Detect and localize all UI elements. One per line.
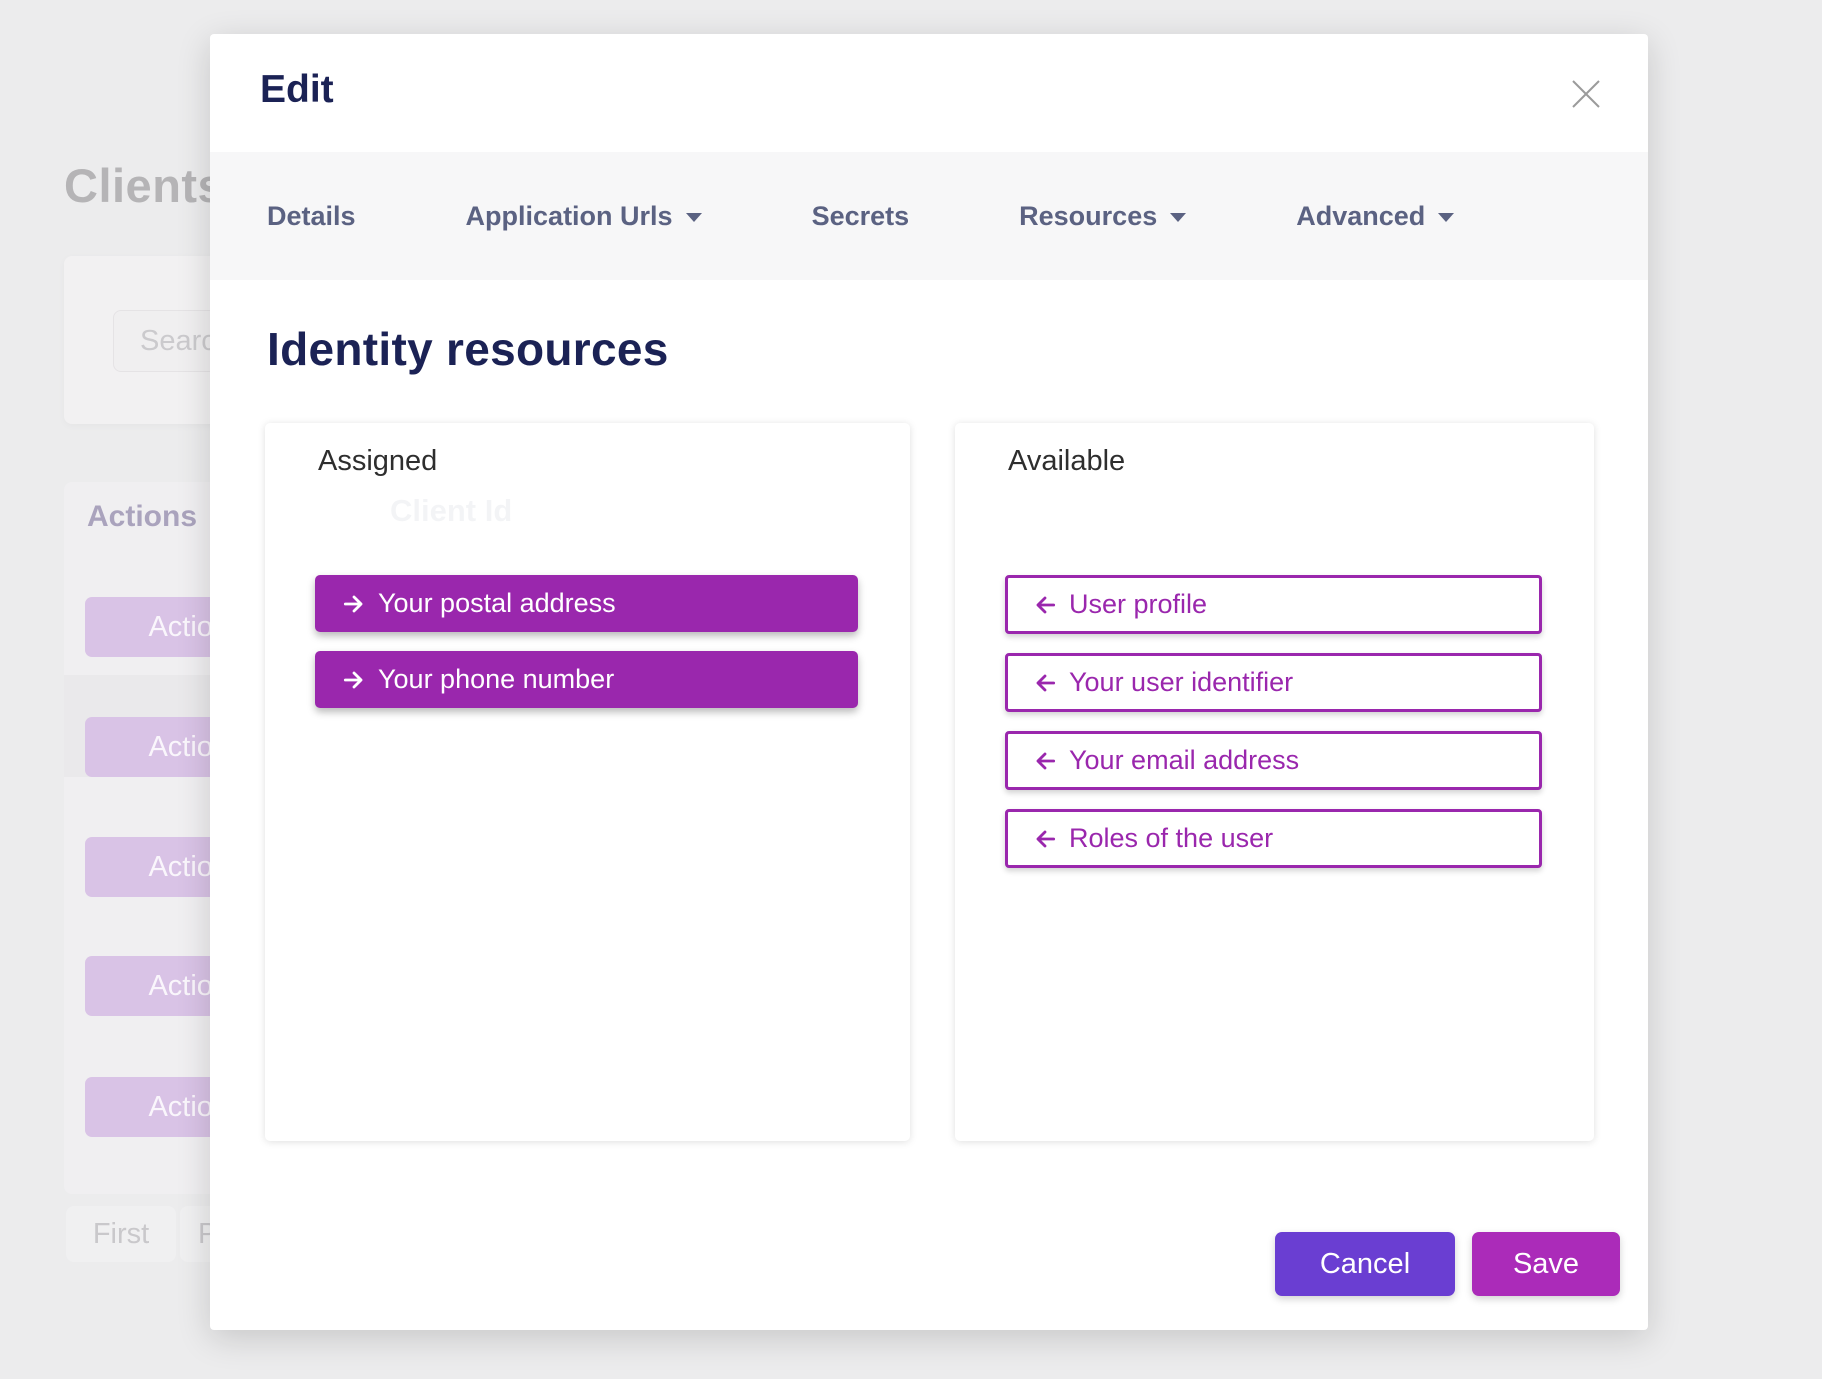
modal-title: Edit [260,68,334,112]
arrow-left-icon [1032,670,1058,696]
arrow-left-icon [1032,748,1058,774]
assigned-resource-button[interactable]: Your phone number [315,651,858,708]
tab-advanced[interactable]: Advanced [1296,201,1454,232]
arrow-left-icon [1032,592,1058,618]
resource-panels: Assigned Client Id Your postal address Y… [265,423,1594,1141]
arrow-left-icon [1032,826,1058,852]
chevron-down-icon [1438,213,1454,222]
assigned-panel-label: Assigned [318,445,437,478]
actions-column-header: Actions [87,500,197,534]
available-panel: Available User profile Your user identif… [955,423,1594,1141]
available-panel-label: Available [1008,445,1125,478]
arrow-right-icon [341,667,367,693]
assigned-panel: Assigned Client Id Your postal address Y… [265,423,910,1141]
section-title: Identity resources [267,322,669,376]
background-ghost-text: Client Id [390,493,512,529]
save-button[interactable]: Save [1472,1232,1620,1296]
pagination-first-button[interactable]: First [66,1206,176,1262]
tab-application-urls[interactable]: Application Urls [466,201,702,232]
tab-details[interactable]: Details [267,201,356,232]
arrow-right-icon [341,591,367,617]
available-resource-button[interactable]: Roles of the user [1005,809,1542,868]
page-title: Clients [64,158,224,213]
available-resource-button[interactable]: Your user identifier [1005,653,1542,712]
chevron-down-icon [1170,213,1186,222]
tab-secrets[interactable]: Secrets [812,201,910,232]
cancel-button[interactable]: Cancel [1275,1232,1455,1296]
tab-resources[interactable]: Resources [1019,201,1186,232]
close-button[interactable] [1564,72,1608,116]
available-resource-button[interactable]: Your email address [1005,731,1542,790]
modal-tab-bar: Details Application Urls Secrets Resourc… [210,152,1648,280]
assigned-resource-button[interactable]: Your postal address [315,575,858,632]
edit-client-modal: Edit Details Application Urls Secrets Re… [210,34,1648,1330]
chevron-down-icon [686,213,702,222]
close-icon [1568,76,1604,112]
available-resource-button[interactable]: User profile [1005,575,1542,634]
